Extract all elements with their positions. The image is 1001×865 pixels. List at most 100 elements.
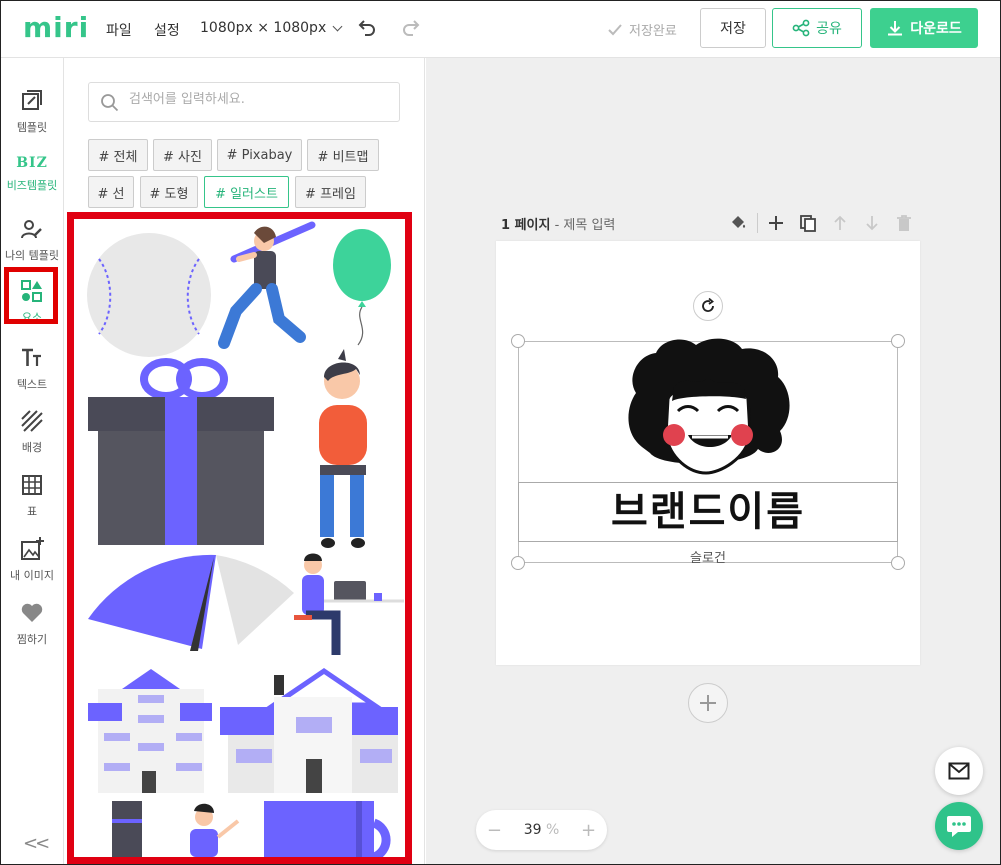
chevron-down-icon bbox=[332, 21, 343, 31]
arrow-down-icon[interactable] bbox=[862, 213, 882, 233]
page-header: 1 페이지 - 제목 입력 bbox=[501, 214, 615, 233]
mail-icon bbox=[948, 762, 970, 780]
zoom-value-group: 39 % bbox=[524, 822, 560, 838]
page-title-input[interactable]: - 제목 입력 bbox=[555, 218, 616, 233]
paint-bucket-icon[interactable] bbox=[728, 213, 748, 233]
rail-item-label: 비즈템플릿 bbox=[6, 179, 58, 192]
tag-all[interactable]: # 전체 bbox=[88, 139, 148, 171]
rail-item-label: 표 bbox=[26, 505, 38, 518]
rail-item-biz-templates[interactable]: BIZ 비즈템플릿 bbox=[1, 151, 63, 211]
zoom-in-icon[interactable]: + bbox=[581, 820, 596, 841]
apartment-building-illustration[interactable] bbox=[88, 669, 212, 793]
menu-settings[interactable]: 설정 bbox=[154, 20, 180, 40]
person-at-desk-illustration[interactable] bbox=[294, 553, 404, 656]
tag-frame[interactable]: # 프레임 bbox=[295, 176, 366, 208]
share-button[interactable]: 공유 bbox=[772, 8, 862, 48]
resize-handle[interactable] bbox=[511, 334, 525, 348]
save-button[interactable]: 저장 bbox=[700, 8, 766, 48]
background-pattern-icon bbox=[21, 410, 43, 432]
heart-icon bbox=[21, 603, 43, 622]
share-button-label: 공유 bbox=[816, 21, 842, 37]
share-icon bbox=[792, 19, 810, 37]
tag-photo[interactable]: # 사진 bbox=[153, 139, 212, 171]
slogan-text[interactable]: 슬로건 bbox=[496, 547, 920, 566]
rotate-icon bbox=[702, 297, 714, 312]
template-icon bbox=[22, 90, 42, 110]
redo-icon[interactable] bbox=[400, 17, 422, 39]
biz-badge-icon: BIZ bbox=[16, 155, 48, 171]
baseball-player-illustration[interactable] bbox=[218, 221, 316, 349]
app-window: miri 파일 설정 1080px × 1080px 저장완료 저장 공유 다운… bbox=[0, 0, 1001, 865]
save-status: 저장완료 bbox=[607, 20, 677, 39]
canvas-size-label: 1080px × 1080px bbox=[200, 20, 327, 36]
brand-text-box[interactable]: 브랜드이름 bbox=[518, 482, 898, 542]
add-icon[interactable] bbox=[766, 213, 786, 233]
zoom-value[interactable]: 39 bbox=[524, 822, 542, 838]
rail-item-templates[interactable]: 템플릿 bbox=[1, 87, 63, 147]
check-icon bbox=[608, 23, 622, 35]
rail-item-label: 텍스트 bbox=[16, 378, 48, 391]
zoom-out-icon[interactable]: − bbox=[487, 820, 502, 841]
table-icon bbox=[22, 475, 42, 495]
zoom-unit: % bbox=[545, 822, 560, 838]
search-icon bbox=[101, 94, 119, 112]
resize-handle[interactable] bbox=[891, 334, 905, 348]
user-edit-icon bbox=[21, 220, 42, 239]
toolbar-divider bbox=[757, 213, 758, 233]
curly-hair-face-illustration[interactable] bbox=[622, 337, 794, 477]
collapse-panel-button[interactable]: << bbox=[23, 833, 50, 854]
tag-illustration[interactable]: # 일러스트 bbox=[204, 176, 289, 208]
house-illustration[interactable] bbox=[220, 667, 398, 793]
undo-icon[interactable] bbox=[356, 17, 378, 39]
gift-box-illustration[interactable] bbox=[88, 358, 274, 545]
miri-logo[interactable]: miri bbox=[23, 11, 89, 44]
balloon-illustration[interactable] bbox=[333, 229, 391, 346]
design-page[interactable]: 브랜드이름 슬로건 bbox=[496, 241, 920, 665]
rail-item-label: 찜하기 bbox=[16, 633, 48, 646]
canvas-size-select[interactable]: 1080px × 1080px bbox=[200, 20, 343, 36]
illustration-thumbnails bbox=[87, 221, 404, 857]
rail-item-table[interactable]: 표 bbox=[1, 471, 63, 531]
zoom-control: − 39 % + bbox=[476, 810, 607, 850]
tag-bitmap[interactable]: # 비트맵 bbox=[307, 139, 379, 171]
active-rail-highlight bbox=[4, 267, 58, 324]
tag-pixabay[interactable]: # Pixabay bbox=[217, 139, 302, 171]
copy-icon[interactable] bbox=[798, 213, 818, 233]
rail-item-label: 템플릿 bbox=[16, 121, 48, 134]
baseball-illustration[interactable] bbox=[87, 233, 211, 357]
arrow-up-icon[interactable] bbox=[830, 213, 850, 233]
mug-illustration[interactable] bbox=[264, 801, 391, 857]
illustration-grid bbox=[67, 212, 412, 864]
contact-mail-button[interactable] bbox=[935, 747, 983, 795]
brand-name-text: 브랜드이름 bbox=[611, 489, 805, 535]
rail-item-background[interactable]: 배경 bbox=[1, 407, 63, 467]
plus-icon bbox=[700, 695, 716, 711]
tag-shape[interactable]: # 도형 bbox=[140, 176, 198, 208]
save-status-text: 저장완료 bbox=[629, 24, 677, 39]
rail-item-label: 나의 템플릿 bbox=[4, 249, 60, 262]
add-image-icon bbox=[21, 537, 44, 560]
teacher-illustration[interactable] bbox=[190, 803, 240, 857]
rail-item-my-templates[interactable]: 나의 템플릿 bbox=[1, 215, 63, 275]
text-icon bbox=[22, 348, 41, 366]
download-button[interactable]: 다운로드 bbox=[870, 8, 978, 48]
tag-line[interactable]: # 선 bbox=[88, 176, 134, 208]
menu-file[interactable]: 파일 bbox=[106, 20, 132, 40]
trash-icon[interactable] bbox=[894, 213, 914, 233]
rail-item-favorites[interactable]: 찜하기 bbox=[1, 599, 63, 659]
rail-item-label: 내 이미지 bbox=[10, 569, 54, 582]
chat-button[interactable] bbox=[935, 802, 983, 850]
search-input[interactable] bbox=[129, 92, 389, 107]
chat-bubble-icon bbox=[947, 816, 971, 837]
rail-item-label: 배경 bbox=[21, 441, 43, 454]
sitting-person-illustration[interactable] bbox=[319, 349, 367, 548]
bookshelf-illustration[interactable] bbox=[112, 801, 142, 857]
rail-item-my-images[interactable]: 내 이미지 bbox=[1, 535, 63, 595]
rotate-handle[interactable] bbox=[693, 291, 723, 321]
page-number: 1 페이지 bbox=[501, 218, 551, 233]
asset-search[interactable] bbox=[88, 82, 400, 122]
download-button-label: 다운로드 bbox=[910, 21, 962, 37]
add-page-button[interactable] bbox=[688, 683, 728, 723]
gauge-illustration[interactable] bbox=[88, 554, 294, 651]
rail-item-text[interactable]: 텍스트 bbox=[1, 344, 63, 404]
